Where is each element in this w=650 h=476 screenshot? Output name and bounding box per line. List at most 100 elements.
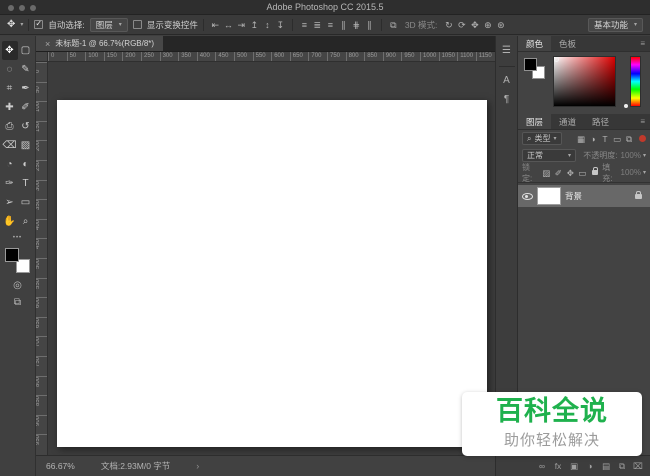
hand-tool[interactable]: ✋ — [2, 212, 18, 231]
new-group-icon[interactable]: ▤ — [600, 459, 612, 473]
layer-filter-dropdown[interactable]: ⌕ 类型 ▾ — [522, 132, 562, 145]
3d-scale-icon[interactable]: ⊛ — [494, 18, 507, 32]
edit-toolbar-icon[interactable]: ••• — [13, 235, 22, 241]
fill-field[interactable]: 100% ▾ — [621, 168, 646, 177]
eyedropper-tool[interactable]: ✒ — [18, 79, 34, 98]
spot-healing-tool[interactable]: ✚ — [2, 98, 18, 117]
distribute-bottom-edges-icon[interactable]: ≡ — [324, 18, 337, 32]
path-selection-tool[interactable]: ➢ — [2, 193, 18, 212]
divider — [292, 19, 293, 31]
zoom-window-button[interactable] — [30, 5, 36, 11]
auto-select-target-dropdown[interactable]: 图层 ▾ — [90, 18, 128, 32]
move-tool[interactable]: ✥ — [2, 41, 18, 60]
distribute-horizontal-centers-icon[interactable]: ⋕ — [350, 18, 363, 32]
filter-pixel-layers-icon[interactable]: ▦ — [575, 132, 587, 146]
gradient-tool[interactable]: ▨ — [18, 136, 34, 155]
zoom-tool[interactable]: ⌕ — [18, 212, 34, 231]
distribute-vertical-centers-icon[interactable]: ≣ — [311, 18, 324, 32]
tab-路径[interactable]: 路径 — [584, 114, 617, 129]
paragraph-panel-icon[interactable]: ¶ — [498, 92, 516, 107]
document-tab[interactable]: × 未标题-1 @ 66.7%(RGB/8*) — [36, 36, 163, 51]
auto-select-checkbox[interactable] — [34, 20, 43, 29]
tab-颜色[interactable]: 颜色 — [518, 36, 551, 51]
pen-tool[interactable]: ✑ — [2, 174, 18, 193]
lasso-tool[interactable]: ◌ — [2, 60, 18, 79]
align-vertical-centers-icon[interactable]: ↕ — [261, 18, 274, 32]
3d-drag-icon[interactable]: ✥ — [468, 18, 481, 32]
align-horizontal-centers-icon[interactable]: ↔ — [222, 18, 235, 32]
color-picker-marker[interactable] — [554, 57, 559, 62]
lock-position-icon[interactable]: ✥ — [564, 166, 576, 180]
lock-artboard-icon[interactable]: ▭ — [576, 166, 588, 180]
type-tool[interactable]: T — [18, 174, 34, 193]
crop-tool[interactable]: ⌗ — [2, 79, 18, 98]
panel-menu-icon[interactable]: ≡ — [635, 36, 650, 51]
lock-transparency-icon[interactable]: ▨ — [540, 166, 552, 180]
close-window-button[interactable] — [8, 5, 14, 11]
vertical-ruler[interactable]: 0501001502002503003504004505005506006507… — [36, 62, 48, 455]
marquee-tool[interactable]: ▢ — [18, 41, 34, 60]
3d-roll-icon[interactable]: ⟳ — [455, 18, 468, 32]
link-layers-icon[interactable]: ∞ — [536, 459, 548, 473]
layer-thumbnail[interactable] — [537, 187, 561, 205]
blend-mode-dropdown[interactable]: 正常 ▾ — [522, 149, 576, 162]
distribute-right-edges-icon[interactable]: ∥ — [363, 18, 376, 32]
hue-bar[interactable] — [630, 56, 641, 107]
lock-paint-icon[interactable]: ✐ — [552, 166, 564, 180]
document-canvas[interactable] — [57, 100, 487, 447]
filter-type-layers-icon[interactable]: T — [599, 132, 611, 146]
tab-图层[interactable]: 图层 — [518, 114, 551, 129]
delete-layer-icon[interactable]: ⌧ — [632, 459, 644, 473]
shape-tool[interactable]: ▭ — [18, 193, 34, 212]
filter-shape-layers-icon[interactable]: ▭ — [611, 132, 623, 146]
properties-panel-icon[interactable]: ☰ — [498, 43, 516, 58]
quick-mask-button[interactable]: ◎ — [13, 280, 22, 291]
blur-tool[interactable]: ◔ — [2, 155, 18, 174]
ruler-corner[interactable] — [36, 52, 48, 62]
zoom-level-field[interactable]: 66.67% — [46, 461, 75, 471]
layer-row-background[interactable]: 背景 — [518, 185, 650, 207]
new-adjustment-layer-icon[interactable]: ◑ — [584, 459, 596, 473]
status-expand-icon[interactable]: › — [196, 461, 199, 471]
align-bottom-edges-icon[interactable]: ↧ — [274, 18, 287, 32]
align-left-edges-icon[interactable]: ⇤ — [209, 18, 222, 32]
foreground-color-swatch[interactable] — [5, 248, 19, 262]
panel-menu-icon[interactable]: ≡ — [635, 114, 650, 129]
layer-visibility-eye-icon[interactable] — [522, 191, 533, 201]
layer-style-icon[interactable]: fx — [552, 459, 564, 473]
lock-all-icon[interactable] — [592, 170, 598, 175]
horizontal-ruler[interactable]: 0501001502002503003504004505005506006507… — [48, 52, 495, 62]
character-panel-icon[interactable]: A — [498, 73, 516, 88]
workspace-dropdown[interactable]: 基本功能 ▾ — [588, 18, 643, 32]
auto-align-layers-icon[interactable]: ⧉ — [387, 18, 400, 32]
eraser-tool[interactable]: ⌫ — [2, 136, 18, 155]
3d-slide-icon[interactable]: ⊕ — [481, 18, 494, 32]
show-transform-checkbox[interactable] — [133, 20, 142, 29]
history-brush-tool[interactable]: ↺ — [18, 117, 34, 136]
align-right-edges-icon[interactable]: ⇥ — [235, 18, 248, 32]
saturation-brightness-gradient[interactable] — [553, 56, 616, 107]
opacity-field[interactable]: 100% ▾ — [621, 151, 646, 160]
distribute-top-edges-icon[interactable]: ≡ — [298, 18, 311, 32]
brush-tool[interactable]: ✐ — [18, 98, 34, 117]
tab-通道[interactable]: 通道 — [551, 114, 584, 129]
dodge-tool[interactable]: ◐ — [18, 155, 34, 174]
align-top-edges-icon[interactable]: ↥ — [248, 18, 261, 32]
screen-mode-button[interactable]: ⧉ — [14, 297, 21, 308]
new-layer-icon[interactable]: ⧉ — [616, 459, 628, 473]
add-layer-mask-icon[interactable]: ▣ — [568, 459, 580, 473]
foreground-color-swatch[interactable] — [524, 58, 537, 71]
tool-preset-caret-icon[interactable]: ▾ — [20, 21, 23, 28]
minimize-window-button[interactable] — [19, 5, 25, 11]
clone-stamp-tool[interactable]: ⎙ — [2, 117, 18, 136]
filter-toggle-light[interactable] — [639, 135, 646, 142]
tab-色板[interactable]: 色板 — [551, 36, 584, 51]
filter-smart-objects-icon[interactable]: ⧉ — [623, 132, 635, 146]
3d-rotate-icon[interactable]: ↻ — [442, 18, 455, 32]
quick-selection-tool[interactable]: ✎ — [18, 60, 34, 79]
hue-marker[interactable] — [624, 104, 628, 108]
close-tab-icon[interactable]: × — [45, 39, 50, 49]
canvas-area[interactable] — [48, 62, 495, 455]
distribute-left-edges-icon[interactable]: ∥ — [337, 18, 350, 32]
filter-adjustment-layers-icon[interactable]: ◑ — [587, 132, 599, 146]
